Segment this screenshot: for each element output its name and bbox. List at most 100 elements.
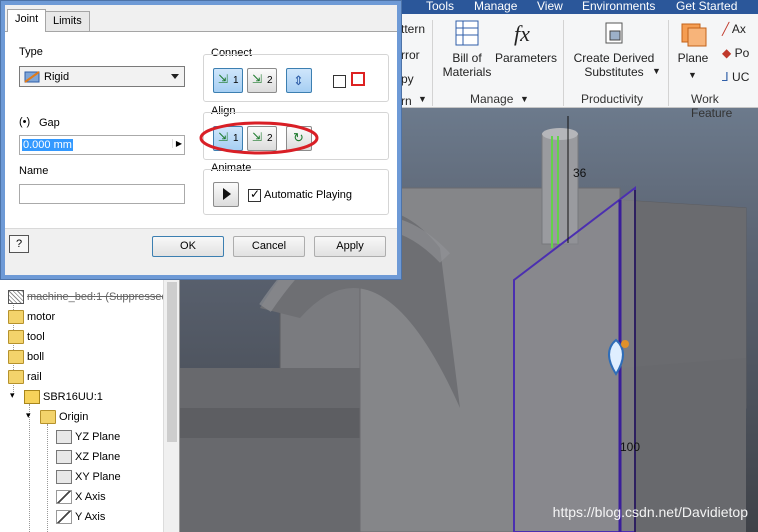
tree-node-label: rail [27,371,42,383]
tab-get-started[interactable]: Get Started [676,0,737,12]
axis-icon [56,490,72,504]
parameters-button[interactable]: fx Parameters [494,18,558,65]
connect-select-2-button[interactable]: ⇲ 2 [247,68,277,93]
tab-manage[interactable]: Manage [474,0,517,12]
tree-node-label: motor [27,311,56,323]
tab-joint[interactable]: Joint [7,9,47,32]
watermark: https://blog.csdn.net/Davidietop [552,504,748,520]
name-label: Name [19,165,49,177]
plane-dropdown-icon[interactable]: ▼ [688,70,697,80]
plane-icon [56,450,72,464]
gap-value: 0.000 mm [22,139,73,151]
ucs-icon: ⅃ [722,70,729,84]
copy-item[interactable]: py [401,72,414,86]
ribbon-separator [668,20,669,106]
ok-button[interactable]: OK [152,236,224,257]
tree-node-motor[interactable]: motor [8,308,55,326]
tree-node-x-axis[interactable]: X Axis [56,488,106,506]
create-derived-substitutes-button[interactable]: Create Derived Substitutes [570,18,658,79]
bill-of-materials-button[interactable]: Bill of Materials [440,18,494,79]
help-button[interactable]: ? [9,235,29,253]
create-derived-dropdown-icon[interactable]: ▼ [652,66,661,76]
expand-chevron-icon[interactable]: ▾ [10,390,15,401]
play-animation-button[interactable] [213,182,239,207]
gap-label: Gap [39,117,60,129]
folder-icon [8,310,24,324]
tab-environments[interactable]: Environments [582,0,655,12]
help-icon: ? [15,238,23,250]
tab-tools[interactable]: Tools [426,0,454,12]
gap-icon: (•) [19,116,31,128]
open-folder-icon [8,370,24,384]
tree-node-label: boll [27,351,45,363]
productivity-group-label: Productivity [581,92,644,106]
tree-node-origin[interactable]: Origin [40,408,88,426]
connect-select-1-button[interactable]: ⇲ 1 [213,68,243,93]
bill-of-materials-label: Bill of Materials [442,51,492,79]
expand-chevron-icon[interactable]: ▾ [26,410,31,421]
tree-node-boll[interactable]: boll [8,348,44,366]
tree-scrollbar[interactable] [163,280,179,532]
tree-node-rail[interactable]: rail [8,368,42,386]
ribbon-separator [432,20,433,106]
axis-label: Ax [731,22,746,36]
type-label: Type [19,46,43,58]
plane-icon [56,430,72,444]
ucs-item[interactable]: ⅃ UC [722,70,749,84]
axis-icon: ╱ [722,22,730,36]
plane-button[interactable]: Plane [672,18,714,65]
tree-node-label: Y Axis [75,511,106,523]
select-arrow-icon: ⇲ [218,72,229,86]
highlight-ellipse [199,121,319,155]
joint-type-dropdown[interactable]: Rigid [19,66,185,87]
name-input[interactable] [19,184,185,204]
dialog-body: Joint Limits Type Rigid (•) Gap 0.000 mm… [5,5,397,275]
plane-icon [56,470,72,484]
tree-node-y-axis[interactable]: Y Axis [56,508,105,526]
tree-node-tool[interactable]: tool [8,328,45,346]
tree-node-xz-plane[interactable]: XZ Plane [56,448,120,466]
axis-icon [56,510,72,524]
ribbon-panel: ttern rror py rn ▼ Bill of Materials fx … [400,14,758,120]
tree-node-machine-bed[interactable]: machine_bed:1 (Suppressed) [8,288,171,306]
tree-node-label: SBR16UU:1 [43,391,103,403]
connect-2-number: 2 [267,75,273,86]
tree-node-yz-plane[interactable]: YZ Plane [56,428,120,446]
play-icon [223,188,231,200]
tab-limits[interactable]: Limits [45,11,90,31]
plane-icon [681,23,707,47]
apply-button[interactable]: Apply [314,236,386,257]
mirror-item[interactable]: rror [401,48,420,62]
dimension-100: 100 [620,440,641,454]
manage-group-label: Manage [470,92,514,106]
automatic-playing-label: Automatic Playing [264,189,353,201]
pattern-item[interactable]: ttern [401,22,425,36]
tab-view[interactable]: View [537,0,563,12]
point-item[interactable]: ◆ Po [722,46,749,60]
create-derived-substitutes-label: Create Derived Substitutes [573,51,655,79]
tree-node-label: YZ Plane [75,431,121,443]
gap-menu-arrow-icon[interactable]: ▶ [171,139,182,148]
ribbon-separator [563,20,564,106]
gap-input[interactable]: 0.000 mm ▶ [19,135,185,155]
scrollbar-thumb[interactable] [167,282,177,442]
automatic-playing-checkbox[interactable]: ✓ [248,187,261,202]
axis-item[interactable]: ╱ Ax [722,22,746,36]
manage-group-dropdown-icon[interactable]: ▼ [520,94,529,104]
tree-node-label: X Axis [75,491,106,503]
tree-node-label: tool [27,331,45,343]
suppressed-part-icon [8,290,24,304]
flip-component-button[interactable]: ⇕ [286,68,312,93]
derived-substitute-icon [605,22,623,44]
tree-node-label: machine_bed:1 (Suppressed) [27,291,172,303]
pattern-group-dropdown-icon[interactable]: ▼ [418,94,427,104]
tree-node-sbr16uu[interactable]: SBR16UU:1 [24,388,103,406]
tree-node-xy-plane[interactable]: XY Plane [56,468,121,486]
joint-panel: Type Rigid (•) Gap 0.000 mm ▶ Name Conne… [5,31,397,229]
lock-checkbox[interactable] [333,75,346,88]
place-joint-dialog: Joint Limits Type Rigid (•) Gap 0.000 mm… [0,0,402,280]
cancel-button[interactable]: Cancel [233,236,305,257]
select-arrow-icon: ⇲ [252,72,263,86]
folder-icon [8,350,24,364]
tree-node-label: XY Plane [75,471,121,483]
